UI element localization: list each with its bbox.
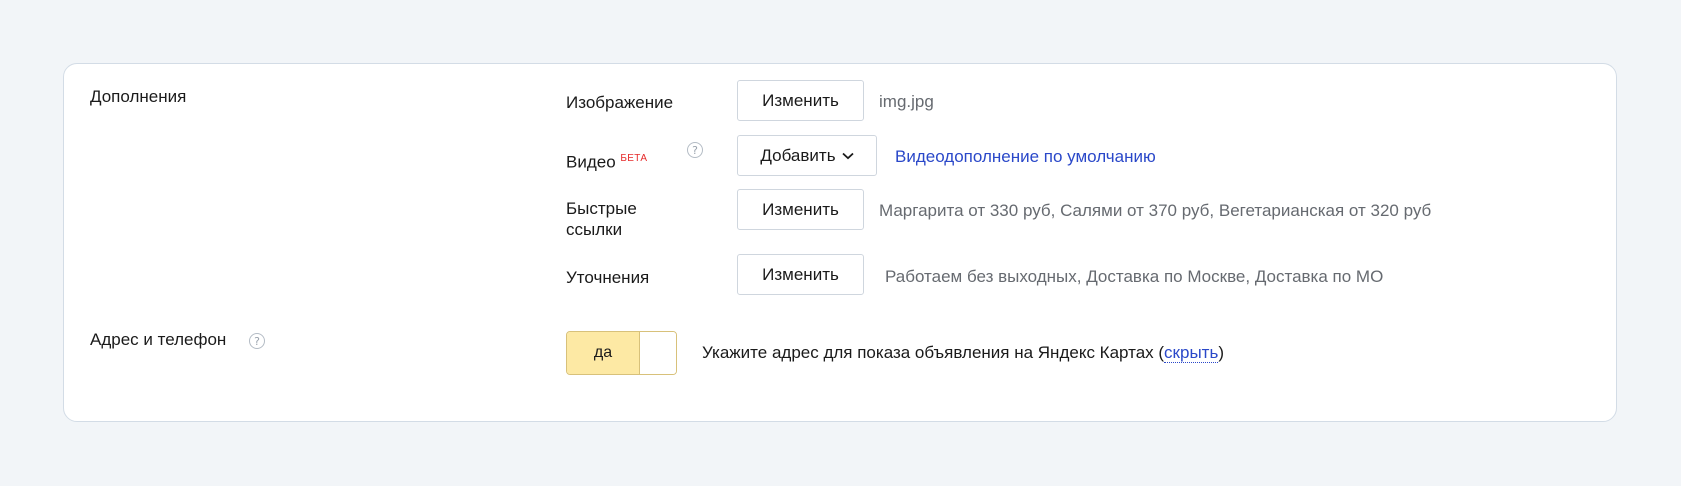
sitelinks-label: Быстрые ссылки <box>566 198 637 240</box>
sitelinks-change-button[interactable]: Изменить <box>737 189 864 230</box>
contacts-section-label: Адрес и телефон <box>90 330 227 349</box>
video-add-label: Добавить <box>760 145 836 165</box>
video-help-icon[interactable]: ? <box>687 142 703 158</box>
callouts-label: Уточнения <box>566 268 650 287</box>
beta-badge: БЕТА <box>620 153 648 164</box>
hide-address-link[interactable]: скрыть <box>1164 343 1219 363</box>
address-hint: Укажите адрес для показа объявления на Я… <box>702 343 1224 363</box>
extras-section-label: Дополнения <box>90 87 187 106</box>
video-add-dropdown-button[interactable]: Добавить <box>737 135 877 176</box>
toggle-knob <box>639 332 676 374</box>
chevron-down-icon <box>841 152 854 159</box>
callouts-value: Работаем без выходных, Доставка по Москв… <box>885 267 1384 286</box>
contacts-help-icon[interactable]: ? <box>249 333 265 349</box>
address-hint-text: Укажите адрес для показа объявления на Я… <box>702 343 1165 362</box>
address-toggle[interactable]: да <box>566 331 677 375</box>
sitelinks-label-line1: Быстрые <box>566 199 637 218</box>
sitelinks-value: Маргарита от 330 руб, Салями от 370 руб,… <box>879 201 1432 220</box>
extras-card: Дополнения Изображение Изменить img.jpg … <box>63 63 1617 422</box>
image-filename: img.jpg <box>879 92 934 111</box>
toggle-on-label: да <box>567 332 639 374</box>
image-change-button[interactable]: Изменить <box>737 80 864 121</box>
sitelinks-label-line2: ссылки <box>566 220 623 239</box>
callouts-change-button[interactable]: Изменить <box>737 254 864 295</box>
address-hint-suffix: ) <box>1218 343 1224 362</box>
video-label-group: Видео БЕТА <box>566 148 647 173</box>
video-label: Видео <box>566 152 616 172</box>
video-default-link[interactable]: Видеодополнение по умолчанию <box>895 147 1156 167</box>
image-label: Изображение <box>566 93 674 112</box>
